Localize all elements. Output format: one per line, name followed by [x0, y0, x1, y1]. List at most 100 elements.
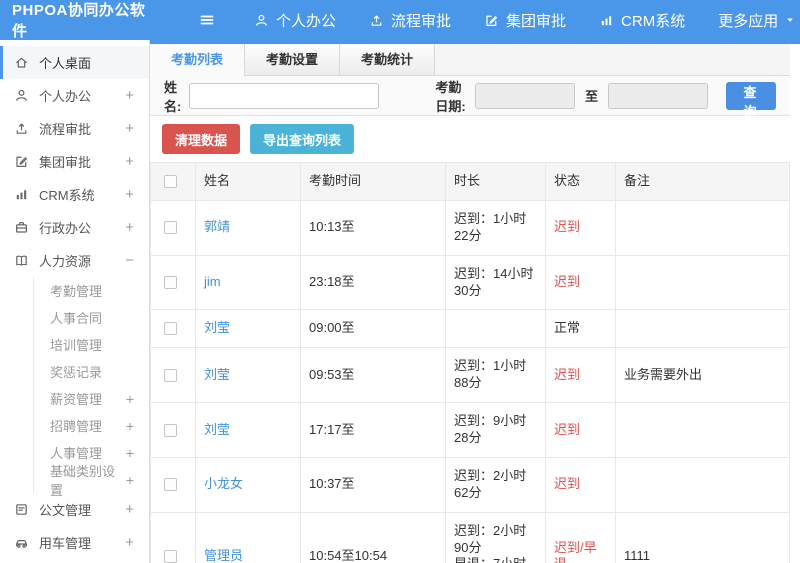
expand-plus-icon[interactable]: + [126, 446, 134, 460]
expand-plus-icon[interactable]: + [125, 154, 134, 169]
expand-plus-icon[interactable]: + [125, 220, 134, 235]
topnav-item-workflow-approval[interactable]: 流程审批 [369, 10, 451, 31]
caret-down-icon [785, 15, 795, 25]
row-checkbox[interactable] [164, 221, 177, 235]
sidebar-item-human-resources[interactable]: 人力资源 − [0, 244, 149, 277]
sidebar-item-hr-contract[interactable]: 人事合同 [0, 304, 149, 331]
attendance-time-cell: 09:00至 [300, 309, 446, 349]
row-select-cell [150, 402, 196, 458]
name-input[interactable] [189, 82, 380, 109]
sidebar-item-base-category-settings[interactable]: 基础类别设置 + [0, 464, 149, 498]
sidebar-item-label: 人事合同 [50, 311, 103, 326]
sidebar-item-recruitment-management[interactable]: 招聘管理 + [0, 412, 149, 439]
export-list-button[interactable]: 导出查询列表 [250, 124, 355, 154]
expand-plus-icon[interactable]: + [125, 187, 134, 202]
status-badge: 迟到 [554, 421, 581, 437]
status-cell: 迟到 [545, 402, 616, 458]
date-to-input[interactable] [607, 82, 708, 109]
row-checkbox[interactable] [164, 276, 177, 290]
edit-icon [484, 13, 499, 28]
employee-name-link[interactable]: 刘莹 [204, 320, 230, 335]
row-checkbox[interactable] [164, 322, 177, 336]
date-from-input[interactable] [474, 82, 575, 109]
expand-plus-icon[interactable]: + [125, 88, 134, 103]
expand-plus-icon[interactable]: + [125, 535, 134, 550]
sidebar-item-attendance-management[interactable]: 考勤管理 [0, 277, 149, 304]
employee-name-link[interactable]: 小龙女 [204, 476, 243, 491]
name-cell: 刘莹 [195, 309, 301, 349]
select-all-checkbox[interactable] [164, 174, 177, 188]
duration-cell: 迟到：2小时90分早退：7小时10分 [445, 511, 546, 563]
topnav-label: CRM系统 [621, 12, 686, 30]
attendance-table: 姓名 考勤时间 时长 状态 备注 郭靖 10:13至 迟到：1小时22分 迟到 jim 23:18… [150, 162, 790, 563]
sidebar-item-label: 薪资管理 [50, 392, 103, 407]
expand-plus-icon[interactable]: + [125, 121, 134, 136]
row-checkbox[interactable] [164, 478, 177, 492]
topnav-item-group-approval[interactable]: 集团审批 [484, 10, 566, 31]
sidebar-item-reward-punishment[interactable]: 奖惩记录 [0, 358, 149, 385]
sidebar-item-label: 用车管理 [39, 536, 92, 551]
name-cell: 刘莹 [195, 402, 301, 458]
topnav-item-personal-office[interactable]: 个人办公 [254, 10, 336, 31]
sidebar-item-label: 流程审批 [39, 122, 92, 137]
name-cell: jim [195, 254, 301, 311]
row-checkbox[interactable] [164, 549, 177, 563]
search-button[interactable]: 查 询 [725, 81, 776, 119]
menu-toggle-icon[interactable] [198, 12, 216, 28]
sidebar-item-personal-desktop[interactable]: 个人桌面 [0, 46, 149, 79]
table-row: 郭靖 10:13至 迟到：1小时22分 迟到 [150, 199, 790, 256]
tab-attendance-stats[interactable]: 考勤统计 [340, 44, 436, 75]
table-row: 刘莹 09:00至 正常 [150, 309, 790, 349]
clean-data-button[interactable]: 清理数据 [162, 124, 241, 154]
sidebar-item-crm-system[interactable]: CRM系统 + [0, 178, 149, 211]
sidebar-item-admin-office[interactable]: 行政办公 + [0, 211, 149, 244]
attendance-time-cell: 10:37至 [300, 456, 446, 513]
sidebar-item-document-management[interactable]: 公文管理 + [0, 493, 149, 526]
sidebar-item-vehicle-management[interactable]: 用车管理 + [0, 526, 149, 559]
employee-name-link[interactable]: 管理员 [204, 548, 243, 563]
row-checkbox[interactable] [164, 368, 177, 382]
expand-plus-icon[interactable]: + [126, 473, 134, 487]
top-nav: 个人办公 流程审批 集团审批 CRM系统 更多应用 [254, 10, 800, 31]
briefcase-icon [14, 220, 29, 235]
employee-name-link[interactable]: 刘莹 [204, 422, 230, 437]
employee-name-link[interactable]: 郭靖 [204, 219, 230, 234]
column-header-2: 时长 [445, 162, 546, 201]
to-label: 至 [584, 89, 598, 104]
column-header-0: 姓名 [195, 162, 301, 201]
sidebar-item-workflow-approval[interactable]: 流程审批 + [0, 112, 149, 145]
topnav-item-crm-system[interactable]: CRM系统 [599, 10, 685, 31]
sidebar-item-label: 人力资源 [39, 254, 92, 269]
sidebar-item-label: 招聘管理 [50, 419, 103, 434]
flow-icon [369, 13, 384, 28]
sidebar-item-training-management[interactable]: 培训管理 [0, 331, 149, 358]
expand-plus-icon[interactable]: + [126, 392, 134, 406]
employee-name-link[interactable]: jim [204, 274, 221, 289]
employee-name-link[interactable]: 刘莹 [204, 367, 230, 382]
note-cell: 业务需要外出 [615, 347, 790, 404]
name-cell: 刘莹 [195, 347, 301, 404]
sidebar-item-label: 培训管理 [50, 338, 103, 353]
row-select-cell [150, 347, 196, 404]
row-checkbox[interactable] [164, 423, 177, 437]
status-badge: 迟到 [554, 219, 581, 235]
tab-attendance-list[interactable]: 考勤列表 [150, 44, 246, 76]
note-cell [615, 254, 790, 311]
status-cell: 迟到 [545, 254, 616, 311]
duration-cell: 迟到：14小时30分 [445, 254, 546, 311]
expand-plus-icon[interactable]: + [125, 502, 134, 517]
expand-plus-icon[interactable]: + [126, 419, 134, 433]
sidebar-item-salary-management[interactable]: 薪资管理 + [0, 385, 149, 412]
status-cell: 迟到/早退 [545, 511, 616, 563]
topnav-item-more-apps[interactable]: 更多应用 [718, 10, 795, 31]
attendance-table-wrap: 姓名 考勤时间 时长 状态 备注 郭靖 10:13至 迟到：1小时22分 迟到 jim 23:18… [150, 162, 790, 563]
attendance-time-cell: 17:17至 [300, 402, 446, 458]
name-cell: 郭靖 [195, 199, 301, 256]
sidebar-item-personal-office[interactable]: 个人办公 + [0, 79, 149, 112]
tab-attendance-settings[interactable]: 考勤设置 [245, 44, 341, 75]
sidebar-item-group-approval[interactable]: 集团审批 + [0, 145, 149, 178]
name-cell: 管理员 [195, 511, 301, 563]
chart-icon [14, 187, 29, 202]
note-cell [615, 309, 790, 349]
collapse-minus-icon[interactable]: − [125, 253, 134, 268]
